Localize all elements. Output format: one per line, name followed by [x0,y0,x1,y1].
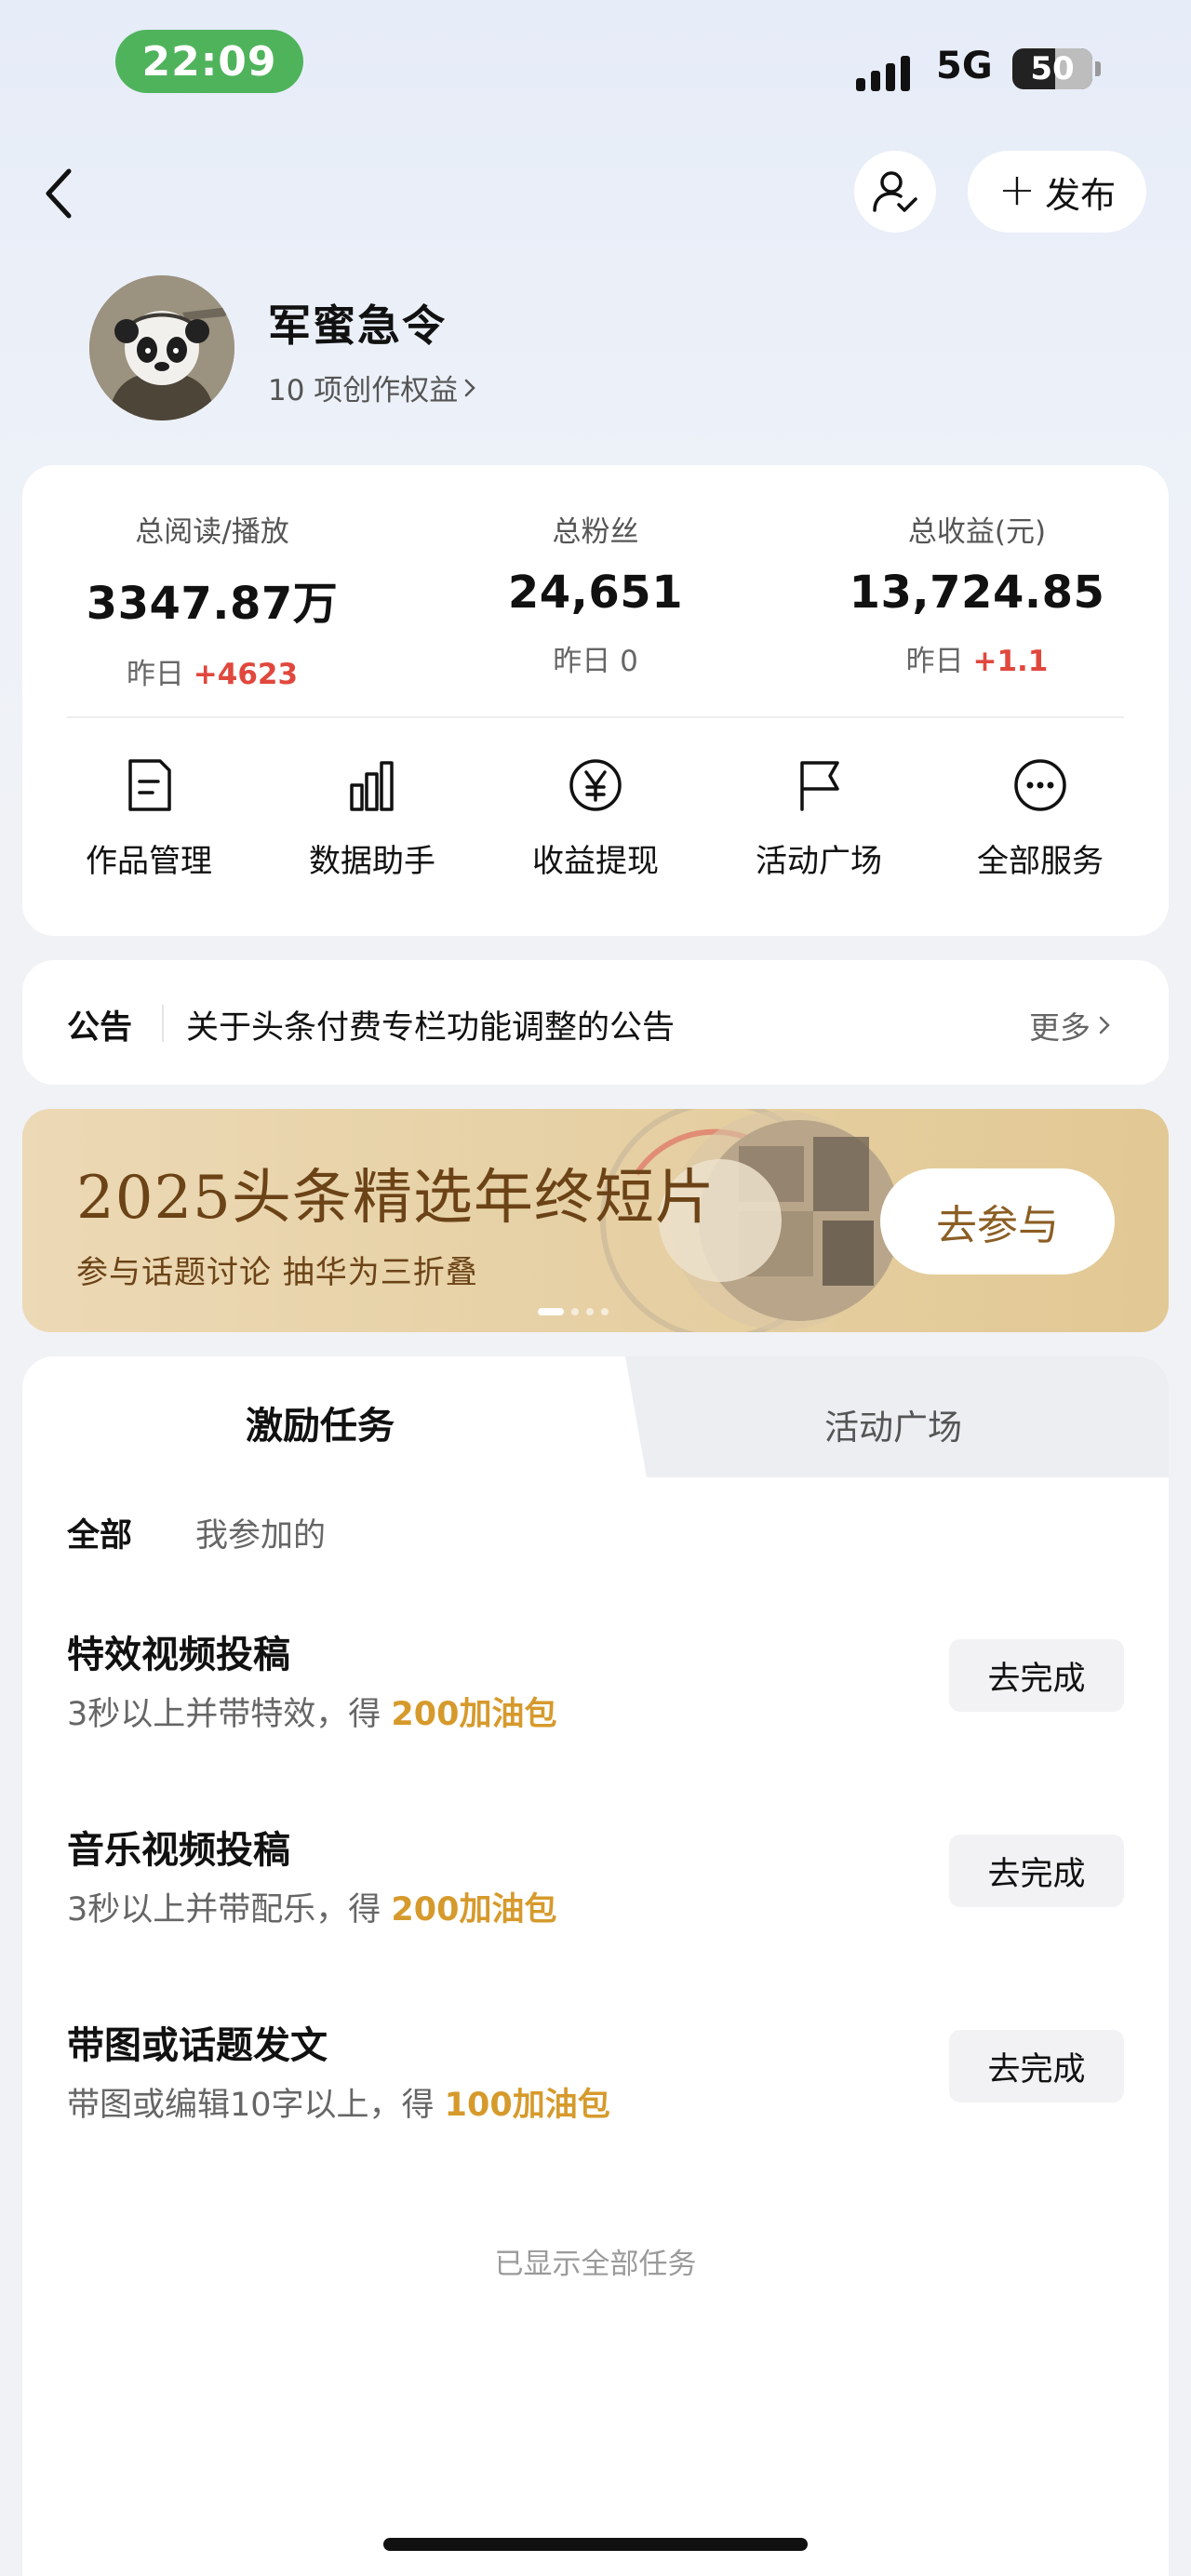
stat-total-reads[interactable]: 总阅读/播放 3347.87万 昨日 +4623 [45,508,380,692]
pagination-dot [586,1308,594,1315]
announcement-text[interactable]: 关于头条付费专栏功能调整的公告 [186,1001,675,1048]
back-button[interactable] [41,160,86,227]
pagination-dot [571,1308,579,1315]
tool-label: 数据助手 [309,843,435,880]
signal-icon [856,48,921,91]
tab-incentive-tasks[interactable]: 激励任务 [22,1395,618,1449]
stat-delta: 昨日 0 [553,645,638,678]
tool-label: 收益提现 [532,843,659,880]
tool-data-assistant[interactable]: 数据助手 [279,755,465,881]
stat-value: 13,724.85 [849,567,1105,619]
filter-all[interactable]: 全部 [67,1509,132,1556]
stat-delta: 昨日 +1.1 [905,645,1049,678]
task-desc: 3秒以上并带特效，得 200加油包 [67,1696,557,1733]
complete-task-button[interactable]: 去完成 [949,1835,1124,1907]
stat-label: 总粉丝 [552,515,639,549]
announcement-tag: 公告 [67,1009,133,1047]
pagination-dot [601,1308,609,1315]
banner-title: 2025头条精选年终短片 [76,1164,716,1233]
task-desc: 3秒以上并带配乐，得 200加油包 [67,1891,557,1929]
publish-button[interactable]: + 发布 [968,151,1146,233]
document-icon [119,755,179,815]
banner-subtitle: 参与话题讨论 抽华为三折叠 [76,1254,478,1291]
task-title: 音乐视频投稿 [67,1829,290,1872]
stat-delta: 昨日 +4623 [126,658,299,691]
task-desc: 带图或编辑10字以上，得 100加油包 [67,2087,610,2124]
yen-icon [566,755,625,815]
creator-rights-label: 10 项创作权益 [268,374,459,407]
battery-icon: 50 [1012,48,1092,89]
tool-earnings-withdraw[interactable]: 收益提现 [502,755,689,881]
stat-value: 24,651 [507,567,684,619]
status-time: 22:09 [115,30,303,93]
flag-icon [789,755,849,815]
publish-label: 发布 [1045,174,1117,216]
announcement-more-link[interactable]: 更多 [1029,1003,1113,1048]
pagination-dot-active [538,1308,564,1315]
tool-label: 作品管理 [86,843,212,880]
back-chevron-icon [46,168,72,219]
account-button[interactable] [854,151,936,233]
stat-value: 3347.87万 [86,578,339,630]
avatar[interactable] [89,275,234,420]
chevron-right-icon [1099,1016,1110,1034]
stat-total-fans[interactable]: 总粉丝 24,651 昨日 0 [428,508,763,679]
bar-chart-icon [342,755,402,815]
stat-label: 总收益(元) [907,515,1047,549]
home-indicator[interactable] [383,2538,808,2551]
tab-activity-plaza[interactable]: 活动广场 [596,1399,1191,1449]
stat-label: 总阅读/播放 [135,515,289,549]
creator-rights-link[interactable]: 10 项创作权益 [268,367,478,408]
join-button[interactable]: 去参与 [880,1168,1115,1275]
user-check-icon [873,171,917,212]
more-icon [1010,755,1070,815]
tool-label: 活动广场 [756,843,882,880]
username: 军蜜急令 [268,300,447,351]
battery-cap [1095,61,1101,76]
task-title: 特效视频投稿 [67,1634,290,1676]
task-title: 带图或话题发文 [67,2024,328,2067]
chevron-right-icon [465,379,476,396]
filter-joined[interactable]: 我参加的 [195,1509,326,1556]
stat-total-earnings[interactable]: 总收益(元) 13,724.85 昨日 +1.1 [810,508,1144,679]
announcement-divider [162,1005,164,1042]
banner-pagination [538,1308,609,1315]
panda-pilot-avatar-image [89,275,234,420]
tool-activity-plaza[interactable]: 活动广场 [726,755,912,881]
tool-label: 全部服务 [977,843,1104,880]
tool-all-services[interactable]: 全部服务 [947,755,1133,881]
complete-task-button[interactable]: 去完成 [949,2030,1124,2102]
network-type: 5G [936,45,993,87]
card-divider [67,716,1124,718]
more-label: 更多 [1029,1009,1091,1046]
tool-works-management[interactable]: 作品管理 [56,755,242,881]
plus-icon: + [997,164,1037,216]
task-reward: 100加油包 [444,2087,610,2124]
complete-task-button[interactable]: 去完成 [949,1639,1124,1712]
task-panel [22,1356,1169,2576]
task-reward: 200加油包 [391,1891,557,1929]
task-reward: 200加油包 [391,1696,557,1733]
battery-level: 50 [1030,50,1075,87]
all-tasks-shown: 已显示全部任务 [494,2248,697,2281]
